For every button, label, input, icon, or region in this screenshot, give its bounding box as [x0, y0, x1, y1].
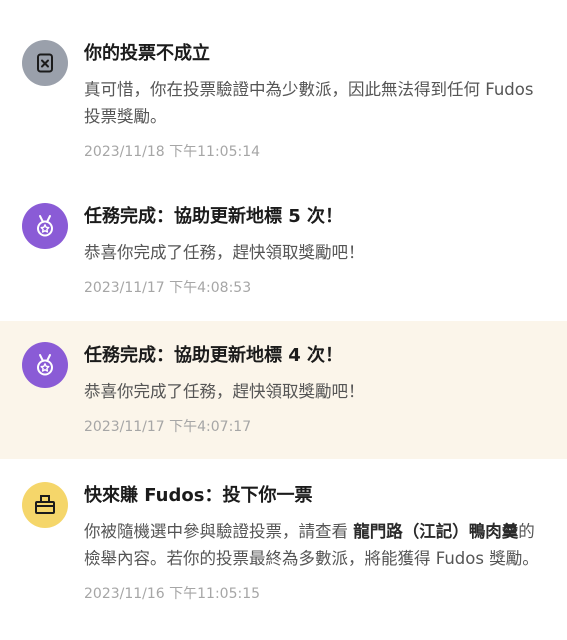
notification-icon-badge — [22, 203, 68, 249]
notification-item[interactable]: 你的投票不成立 真可惜，你在投票驗證中為少數派，因此無法得到任何 Fudos 投… — [0, 40, 567, 162]
notification-description: 真可惜，你在投票驗證中為少數派，因此無法得到任何 Fudos 投票獎勵。 — [84, 80, 534, 126]
notification-list: 你的投票不成立 真可惜，你在投票驗證中為少數派，因此無法得到任何 Fudos 投… — [0, 0, 567, 640]
store-name-link[interactable]: 龍門路（江記）鴨肉羹 — [353, 522, 518, 541]
description-text: 你被隨機選中參與驗證投票，請查看 — [84, 522, 354, 541]
ballot-box-icon — [35, 495, 55, 514]
notification-icon-badge — [22, 482, 68, 528]
notification-title: 任務完成：協助更新地標 5 次！ — [84, 206, 344, 227]
notification-icon-badge — [22, 342, 68, 388]
notification-timestamp: 2023/11/17 下午4:07:17 — [84, 419, 252, 435]
notification-icon-badge — [22, 40, 68, 86]
notification-description: 你被隨機選中參與驗證投票，請查看 龍門路（江記）鴨肉羹的檢舉內容。若你的投票最終… — [84, 518, 545, 572]
notification-title: 你的投票不成立 — [84, 43, 210, 64]
medal-icon — [37, 215, 53, 237]
notification-title: 任務完成：協助更新地標 4 次！ — [84, 345, 344, 366]
notification-description: 恭喜你完成了任務，趕快領取獎勵吧！ — [84, 243, 365, 262]
medal-icon — [37, 354, 53, 376]
notification-timestamp: 2023/11/18 下午11:05:14 — [84, 144, 261, 160]
notification-timestamp: 2023/11/16 下午11:05:15 — [84, 586, 261, 602]
notification-title: 快來賺 Fudos：投下你一票 — [84, 485, 313, 506]
notification-item[interactable]: 快來賺 Fudos：投下你一票 你被隨機選中參與驗證投票，請查看 龍門路（江記）… — [0, 482, 567, 604]
notification-timestamp: 2023/11/17 下午4:08:53 — [84, 280, 252, 296]
notification-item-unread[interactable]: 任務完成：協助更新地標 4 次！ 恭喜你完成了任務，趕快領取獎勵吧！ 2023/… — [0, 321, 567, 459]
notification-description: 恭喜你完成了任務，趕快領取獎勵吧！ — [84, 382, 365, 401]
notification-item[interactable]: 任務完成：協助更新地標 5 次！ 恭喜你完成了任務，趕快領取獎勵吧！ 2023/… — [0, 203, 567, 298]
ballot-x-icon — [37, 53, 53, 73]
